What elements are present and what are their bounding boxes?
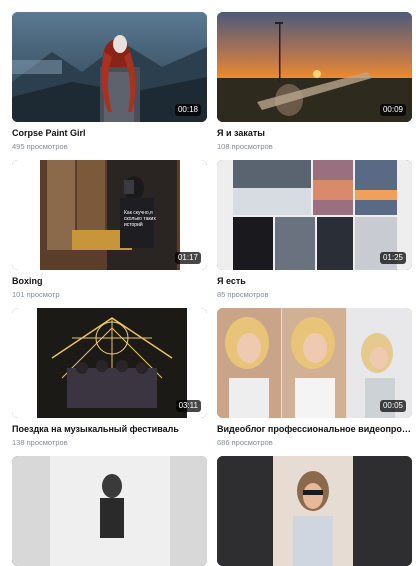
video-card[interactable] <box>12 456 207 566</box>
video-thumbnail[interactable]: 01:25 <box>217 160 412 270</box>
video-thumbnail[interactable]: 00:05 <box>217 308 412 418</box>
video-views: 101 просмотр <box>12 290 60 299</box>
video-card[interactable] <box>217 456 412 566</box>
video-title[interactable]: Поездка на музыкальный фестиваль <box>12 424 207 434</box>
video-duration: 00:05 <box>379 400 406 412</box>
video-thumbnail[interactable]: 03:11 <box>12 308 207 418</box>
video-title[interactable]: Boxing <box>12 276 207 286</box>
video-duration: 00:18 <box>174 104 201 116</box>
video-card[interactable]: 01:25 Я есть 85 просмотров <box>217 160 412 299</box>
video-card[interactable]: 03:11 Поездка на музыкальный фестиваль 1… <box>12 308 207 447</box>
video-card[interactable]: Как скучно,я сколько таких историй 01:17… <box>12 160 207 299</box>
video-thumbnail[interactable]: Как скучно,я сколько таких историй 01:17 <box>12 160 207 270</box>
video-views: 108 просмотров <box>217 142 273 151</box>
video-thumbnail[interactable]: 00:18 <box>12 12 207 122</box>
thumbnail-image <box>217 456 412 566</box>
video-views: 495 просмотров <box>12 142 68 151</box>
video-duration: 01:25 <box>379 252 406 264</box>
video-views: 85 просмотров <box>217 290 269 299</box>
video-duration: 00:09 <box>379 104 406 116</box>
video-title[interactable]: Corpse Paint Girl <box>12 128 207 138</box>
thumbnail-image <box>12 456 207 566</box>
video-duration: 01:17 <box>174 252 201 264</box>
video-title[interactable]: Я есть <box>217 276 412 286</box>
video-thumbnail[interactable] <box>12 456 207 566</box>
video-card[interactable]: 00:18 Corpse Paint Girl 495 просмотров <box>12 12 207 151</box>
video-views: 138 просмотров <box>12 438 68 447</box>
video-thumbnail[interactable] <box>217 456 412 566</box>
story-overlay-text: Как скучно,я сколько таких историй <box>124 210 156 228</box>
video-card[interactable]: 00:09 Я и закаты 108 просмотров <box>217 12 412 151</box>
video-views: 686 просмотров <box>217 438 273 447</box>
video-card[interactable]: 00:05 Видеоблог профессиональное видеопр… <box>217 308 412 447</box>
video-title[interactable]: Видеоблог профессиональное видеопроиз... <box>217 424 412 434</box>
video-title[interactable]: Я и закаты <box>217 128 412 138</box>
video-duration: 03:11 <box>175 400 201 412</box>
video-thumbnail[interactable]: 00:09 <box>217 12 412 122</box>
